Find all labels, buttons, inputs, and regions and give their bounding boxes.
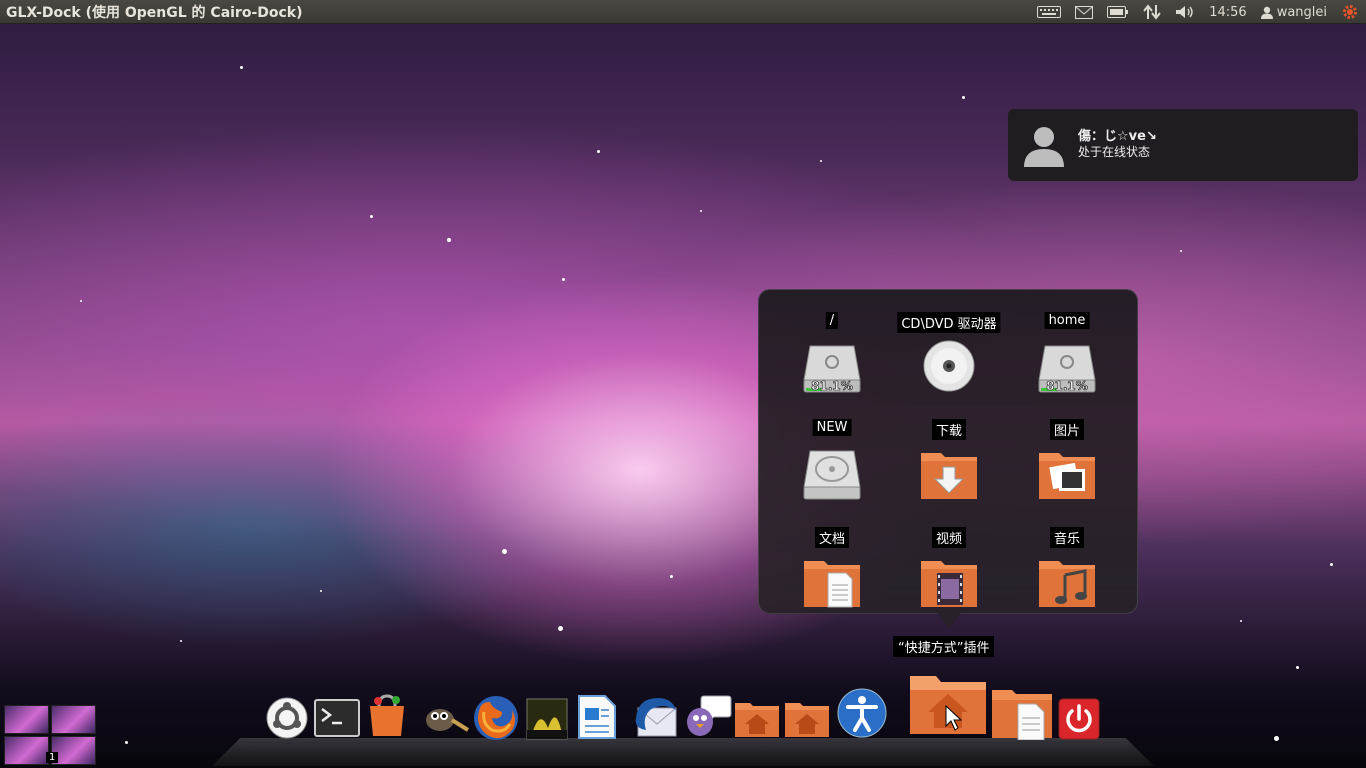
documents-folder-icon[interactable] xyxy=(990,686,1054,740)
stack-item-music[interactable]: 音乐 xyxy=(1008,527,1126,627)
svg-text:81.1%: 81.1% xyxy=(811,379,853,393)
folder-videos-icon xyxy=(921,561,977,607)
stack-item-pictures[interactable]: 图片 xyxy=(1008,419,1126,519)
pidgin-icon[interactable] xyxy=(684,694,732,738)
session-gear-icon[interactable] xyxy=(1334,0,1366,24)
stack-item-cdrom[interactable]: CD\DVD 驱动器 xyxy=(890,312,1008,412)
shortcuts-home-icon[interactable] xyxy=(908,672,988,736)
shortcuts-stack: / 81.1% CD\DVD 驱动器 home 81.1% NEW 下载 图片 … xyxy=(758,289,1138,614)
notification-bubble: 傷：じ☆ve↘ 处于在线状态 xyxy=(1008,109,1358,181)
home-folder-icon[interactable] xyxy=(784,700,830,738)
stack-item-label: 图片 xyxy=(1049,419,1085,440)
firefox-icon[interactable] xyxy=(472,694,520,742)
folder-documents-icon xyxy=(804,561,860,608)
stack-item-label: 视频 xyxy=(931,527,967,548)
stack-item-home[interactable]: home 81.1% xyxy=(1008,312,1126,412)
terminal-icon[interactable] xyxy=(314,699,360,737)
clock[interactable]: 14:56 xyxy=(1202,0,1253,24)
indicator-area: 14:56 wanglei xyxy=(1030,0,1366,24)
stack-item-label: 音乐 xyxy=(1049,527,1085,548)
home-folder-icon[interactable] xyxy=(734,700,780,738)
dock-hover-label: “快捷方式”插件 xyxy=(893,636,995,657)
folder-music-icon xyxy=(1039,561,1095,607)
workspace-thumbnail[interactable] xyxy=(4,736,49,765)
image-viewer-icon[interactable] xyxy=(526,698,568,740)
top-panel: GLX-Dock (使用 OpenGL 的 Cairo-Dock) 14:56 … xyxy=(0,0,1366,24)
dock-shelf xyxy=(212,738,1154,766)
stack-item-root[interactable]: / 81.1% xyxy=(773,312,891,412)
drive-icon: 81.1% xyxy=(803,345,861,393)
cdrom-icon xyxy=(923,340,975,392)
stack-pointer xyxy=(937,613,961,629)
folder-download-icon xyxy=(921,453,977,499)
workspace-thumbnail[interactable] xyxy=(4,705,49,734)
stack-item-label: home xyxy=(1044,312,1090,329)
stack-item-label: / xyxy=(825,312,839,329)
software-center-icon[interactable] xyxy=(366,692,408,738)
network-icon[interactable] xyxy=(1136,0,1168,24)
stack-item-videos[interactable]: 视频 xyxy=(890,527,1008,627)
gimp-icon[interactable] xyxy=(422,700,470,736)
accessibility-icon[interactable] xyxy=(837,688,887,738)
user-name: wanglei xyxy=(1276,4,1327,20)
workspace-thumbnail[interactable] xyxy=(51,705,96,734)
stack-item-label: 文档 xyxy=(814,527,850,548)
stack-item-downloads[interactable]: 下载 xyxy=(890,419,1008,519)
window-title: GLX-Dock (使用 OpenGL 的 Cairo-Dock) xyxy=(6,4,303,21)
stack-item-new[interactable]: NEW xyxy=(773,419,891,519)
user-icon xyxy=(1260,6,1273,19)
harddisk-icon xyxy=(803,450,861,500)
battery-icon[interactable] xyxy=(1100,0,1136,24)
svg-text:81.1%: 81.1% xyxy=(1046,379,1088,393)
stack-item-label: NEW xyxy=(812,419,852,436)
drive-icon: 81.1% xyxy=(1038,345,1096,393)
notification-title: 傷：じ☆ve↘ xyxy=(1078,129,1157,144)
person-icon xyxy=(1024,127,1064,167)
keyboard-icon[interactable] xyxy=(1030,0,1068,24)
thunderbird-icon[interactable] xyxy=(632,694,680,740)
folder-pictures-icon xyxy=(1039,453,1095,499)
workspace-number: 1 xyxy=(46,752,59,763)
user-menu[interactable]: wanglei xyxy=(1254,0,1334,24)
shutdown-icon[interactable] xyxy=(1058,698,1100,740)
stack-item-label: 下载 xyxy=(931,419,967,440)
workspace-switcher[interactable]: 1 xyxy=(4,705,97,767)
notification-body: 处于在线状态 xyxy=(1078,145,1151,159)
stack-item-documents[interactable]: 文档 xyxy=(773,527,891,627)
ubuntu-icon[interactable] xyxy=(266,697,308,739)
stack-item-label: CD\DVD 驱动器 xyxy=(897,312,1001,333)
writer-icon[interactable] xyxy=(577,694,617,740)
mail-icon[interactable] xyxy=(1068,0,1100,24)
volume-icon[interactable] xyxy=(1168,0,1202,24)
